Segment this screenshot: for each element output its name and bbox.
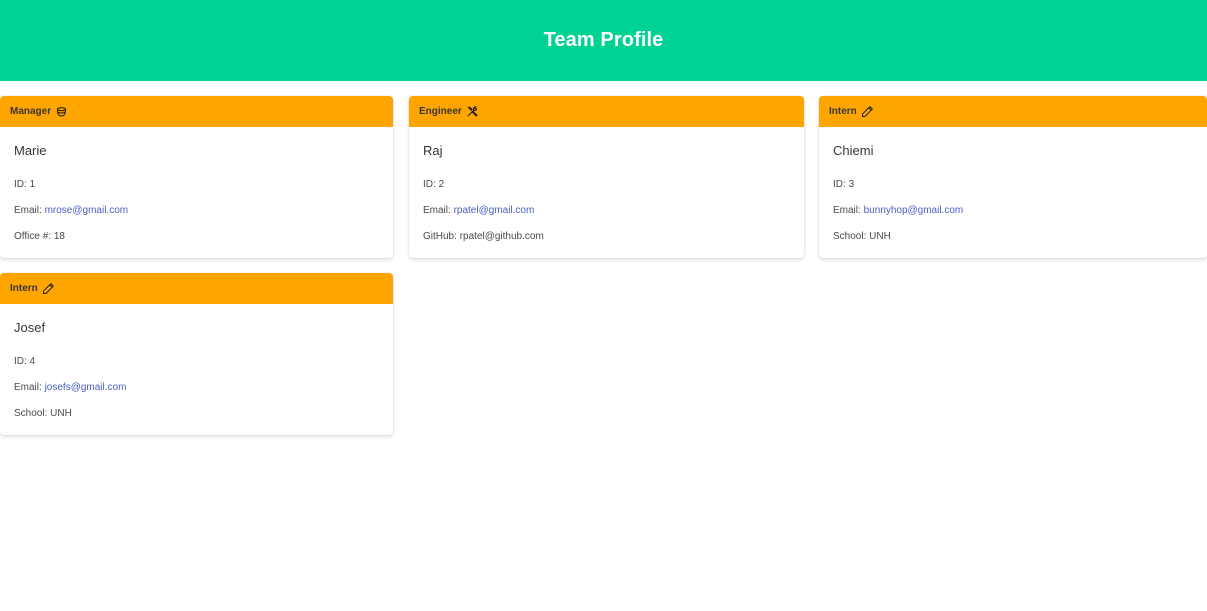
- employee-card-manager: Manager Marie ID: 1 Email: mrose@gmail.c…: [0, 96, 393, 258]
- card-header: Intern: [819, 96, 1207, 127]
- employee-name: Marie: [14, 143, 47, 158]
- school-value: UNH: [50, 408, 72, 419]
- github-value: rpatel@github.com: [459, 231, 544, 242]
- pencil-icon: [861, 105, 874, 118]
- employee-email: Email: rpatel@gmail.com: [423, 205, 790, 217]
- email-label: Email:: [14, 382, 42, 393]
- employee-email: Email: josefs@gmail.com: [14, 382, 379, 394]
- employee-card-intern: Intern Josef ID: 4 Email: josefs@gmail.c…: [0, 273, 393, 435]
- employee-school: School: UNH: [833, 231, 1193, 243]
- card-role: Engineer: [419, 106, 462, 117]
- card-header: Intern: [0, 273, 393, 304]
- employee-card-intern: Intern Chiemi ID: 3 Email: bunnyhop@gmai…: [819, 96, 1207, 258]
- school-label: School:: [14, 408, 48, 419]
- employee-name: Josef: [14, 320, 46, 335]
- employee-email: Email: bunnyhop@gmail.com: [833, 205, 1193, 217]
- school-value: UNH: [869, 231, 891, 242]
- pencil-icon: [42, 282, 55, 295]
- employee-id: ID: 4: [14, 356, 379, 368]
- tools-icon: [466, 105, 479, 118]
- employee-name: Raj: [423, 143, 443, 158]
- card-role: Intern: [10, 283, 38, 294]
- page-title: Team Profile: [543, 29, 664, 51]
- employee-office: Office #: 18: [14, 231, 379, 243]
- id-label: ID:: [423, 179, 436, 190]
- office-label: Office #:: [14, 231, 52, 242]
- coffee-cup-icon: [55, 105, 68, 118]
- card-role: Intern: [829, 106, 857, 117]
- employee-school: School: UNH: [14, 408, 379, 420]
- employee-id: ID: 3: [833, 179, 1193, 191]
- employee-email: Email: mrose@gmail.com: [14, 205, 379, 217]
- id-value: 4: [29, 356, 36, 367]
- id-label: ID:: [14, 356, 27, 367]
- employee-github: GitHub: rpatel@github.com: [423, 231, 790, 243]
- employee-name: Chiemi: [833, 143, 874, 158]
- page-header: Team Profile: [0, 0, 1207, 81]
- id-value: 1: [29, 179, 36, 190]
- id-value: 2: [438, 179, 445, 190]
- email-label: Email:: [423, 205, 451, 216]
- employee-id: ID: 1: [14, 179, 379, 191]
- id-label: ID:: [14, 179, 27, 190]
- email-link[interactable]: bunnyhop@gmail.com: [864, 205, 964, 216]
- email-link[interactable]: rpatel@gmail.com: [454, 205, 535, 216]
- employee-card-engineer: Engineer Raj ID: 2 Email: rpatel@gmail.c…: [409, 96, 804, 258]
- email-label: Email:: [14, 205, 42, 216]
- email-label: Email:: [833, 205, 861, 216]
- email-link[interactable]: josefs@gmail.com: [45, 382, 127, 393]
- github-label: GitHub:: [423, 231, 457, 242]
- school-label: School:: [833, 231, 867, 242]
- employee-id: ID: 2: [423, 179, 790, 191]
- office-value: 18: [53, 231, 65, 242]
- card-header: Engineer: [409, 96, 804, 127]
- email-link[interactable]: mrose@gmail.com: [45, 205, 129, 216]
- card-header: Manager: [0, 96, 393, 127]
- card-role: Manager: [10, 106, 52, 117]
- id-label: ID:: [833, 179, 846, 190]
- id-value: 3: [848, 179, 855, 190]
